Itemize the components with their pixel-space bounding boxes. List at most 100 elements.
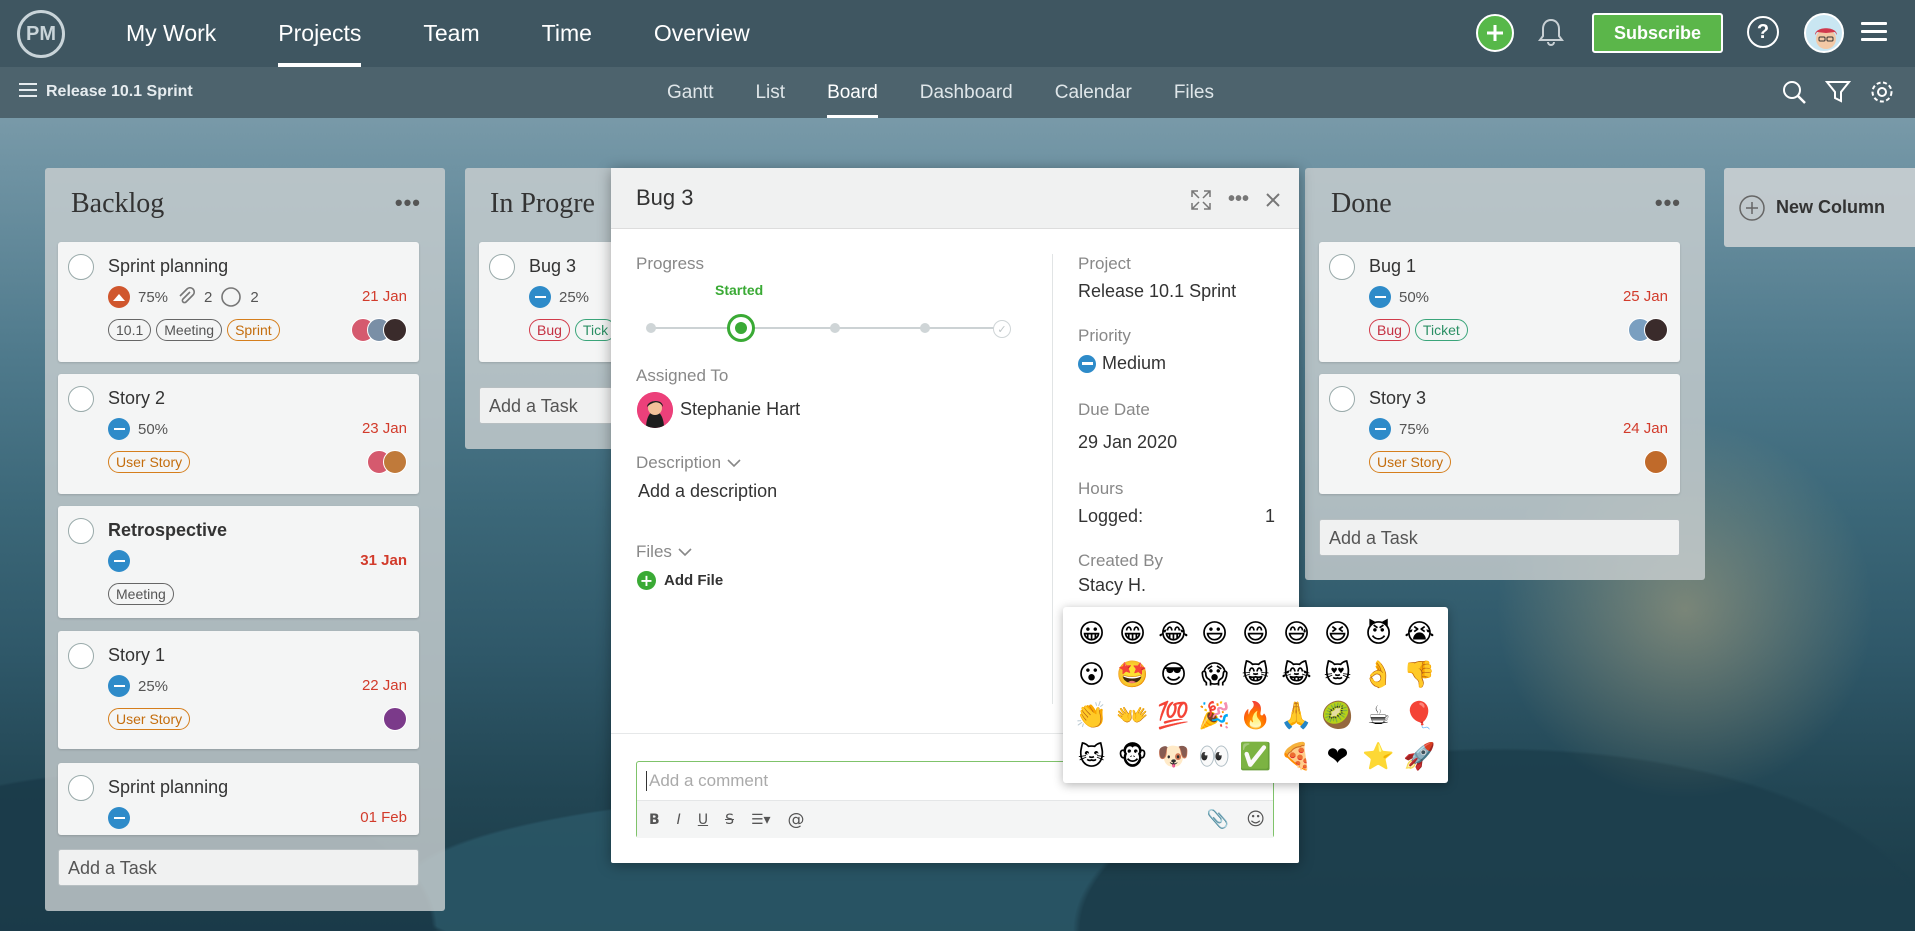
gear-icon[interactable] xyxy=(1869,79,1895,105)
emoji-option[interactable]: ✅ xyxy=(1235,736,1276,777)
progress-complete-icon[interactable]: ✓ xyxy=(993,320,1011,338)
emoji-option[interactable]: 😃 xyxy=(1194,613,1235,654)
emoji-option[interactable]: 🍕 xyxy=(1276,736,1317,777)
emoji-option[interactable]: 👀 xyxy=(1194,736,1235,777)
notifications-bell-icon[interactable] xyxy=(1537,17,1565,52)
logged-hours[interactable]: 1 xyxy=(1265,506,1275,527)
tab-dashboard[interactable]: Dashboard xyxy=(920,67,1013,118)
search-icon[interactable] xyxy=(1781,79,1807,105)
add-file-button[interactable]: + Add File xyxy=(637,571,723,590)
task-card[interactable]: Story 2 50% 23 Jan User Story xyxy=(58,374,419,494)
column-more-icon[interactable]: ••• xyxy=(395,190,421,216)
nav-team[interactable]: Team xyxy=(423,0,479,67)
tab-calendar[interactable]: Calendar xyxy=(1055,67,1132,118)
description-field[interactable]: Add a description xyxy=(638,481,777,502)
new-column-button[interactable]: New Column xyxy=(1724,168,1915,247)
task-card[interactable]: Bug 1 50% 25 Jan Bug Ticket xyxy=(1319,242,1680,362)
add-task-input[interactable]: Add a Task xyxy=(1319,519,1680,556)
task-complete-checkbox[interactable] xyxy=(68,775,94,801)
emoji-icon[interactable]: ☺ xyxy=(1246,809,1265,830)
emoji-option[interactable]: 🐱 xyxy=(1071,736,1112,777)
files-toggle[interactable]: Files xyxy=(636,542,692,562)
modal-task-title[interactable]: Bug 3 xyxy=(636,185,694,211)
task-complete-checkbox[interactable] xyxy=(489,254,515,280)
paperclip-icon[interactable]: 📎 xyxy=(1207,809,1229,830)
task-card[interactable]: Story 1 25% 22 Jan User Story xyxy=(58,631,419,749)
emoji-option[interactable]: 🎉 xyxy=(1194,695,1235,736)
emoji-option[interactable]: 😈 xyxy=(1358,613,1399,654)
emoji-option[interactable]: 😱 xyxy=(1194,654,1235,695)
task-complete-checkbox[interactable] xyxy=(68,386,94,412)
emoji-option[interactable]: 😭 xyxy=(1399,613,1440,654)
tab-board[interactable]: Board xyxy=(827,67,878,118)
expand-icon[interactable] xyxy=(1190,189,1212,211)
task-card[interactable]: Bug 3 25% Bug Tick xyxy=(479,242,625,362)
main-menu-icon[interactable] xyxy=(1861,22,1887,42)
description-toggle[interactable]: Description xyxy=(636,453,741,473)
emoji-option[interactable]: 😹 xyxy=(1276,654,1317,695)
nav-time[interactable]: Time xyxy=(542,0,592,67)
emoji-option[interactable]: 😸 xyxy=(1235,654,1276,695)
emoji-option[interactable]: 👐 xyxy=(1112,695,1153,736)
emoji-option[interactable]: 😄 xyxy=(1235,613,1276,654)
emoji-option[interactable]: 😁 xyxy=(1112,613,1153,654)
comment-input[interactable]: Add a comment xyxy=(646,771,768,791)
task-card[interactable]: Story 3 75% 24 Jan User Story xyxy=(1319,374,1680,494)
nav-overview[interactable]: Overview xyxy=(654,0,750,67)
subscribe-button[interactable]: Subscribe xyxy=(1592,13,1723,53)
italic-icon[interactable]: I xyxy=(677,812,681,828)
list-icon[interactable]: ☰▾ xyxy=(751,812,771,828)
help-icon[interactable]: ? xyxy=(1747,16,1779,48)
emoji-option[interactable]: 🙏 xyxy=(1276,695,1317,736)
task-complete-checkbox[interactable] xyxy=(68,643,94,669)
emoji-option[interactable]: 😻 xyxy=(1317,654,1358,695)
emoji-option[interactable]: ⭐ xyxy=(1358,736,1399,777)
due-date-value[interactable]: 29 Jan 2020 xyxy=(1078,432,1177,453)
task-card[interactable]: Sprint planning 01 Feb xyxy=(58,763,419,835)
nav-my-work[interactable]: My Work xyxy=(126,0,216,67)
emoji-option[interactable]: ☕ xyxy=(1358,695,1399,736)
tab-files[interactable]: Files xyxy=(1174,67,1214,118)
emoji-option[interactable]: ❤ xyxy=(1317,736,1358,777)
emoji-option[interactable]: 👏 xyxy=(1071,695,1112,736)
emoji-option[interactable]: 👌 xyxy=(1358,654,1399,695)
filter-icon[interactable] xyxy=(1825,79,1851,105)
emoji-option[interactable]: 😮 xyxy=(1071,654,1112,695)
underline-icon[interactable]: U xyxy=(698,812,708,828)
emoji-option[interactable]: 😎 xyxy=(1153,654,1194,695)
task-complete-checkbox[interactable] xyxy=(68,518,94,544)
priority-select[interactable]: Medium xyxy=(1078,353,1166,374)
column-more-icon[interactable]: ••• xyxy=(1655,190,1681,216)
task-complete-checkbox[interactable] xyxy=(1329,254,1355,280)
progress-current-step[interactable] xyxy=(727,314,755,342)
mention-icon[interactable]: @ xyxy=(788,810,805,830)
task-complete-checkbox[interactable] xyxy=(1329,386,1355,412)
emoji-option[interactable]: 💯 xyxy=(1153,695,1194,736)
emoji-option[interactable]: 😂 xyxy=(1153,613,1194,654)
nav-projects[interactable]: Projects xyxy=(278,0,362,67)
strikethrough-icon[interactable]: S xyxy=(725,812,734,828)
add-task-input[interactable]: Add a Task xyxy=(58,849,419,886)
task-complete-checkbox[interactable] xyxy=(68,254,94,280)
task-card[interactable]: Sprint planning 75% 2 2 21 Jan 10.1 Meet… xyxy=(58,242,419,362)
add-task-input[interactable]: Add a Task xyxy=(479,387,625,424)
emoji-option[interactable]: 😀 xyxy=(1071,613,1112,654)
pm-logo[interactable]: PM xyxy=(17,10,65,58)
tab-list[interactable]: List xyxy=(755,67,785,118)
emoji-option[interactable]: 🐵 xyxy=(1112,736,1153,777)
emoji-option[interactable]: 😅 xyxy=(1276,613,1317,654)
emoji-option[interactable]: 😆 xyxy=(1317,613,1358,654)
emoji-option[interactable]: 🤩 xyxy=(1112,654,1153,695)
emoji-option[interactable]: 🐶 xyxy=(1153,736,1194,777)
progress-step[interactable] xyxy=(920,323,930,333)
emoji-option[interactable]: 🚀 xyxy=(1399,736,1440,777)
bold-icon[interactable]: B xyxy=(649,812,660,828)
progress-step[interactable] xyxy=(830,323,840,333)
assignee-name[interactable]: Stephanie Hart xyxy=(680,399,800,420)
project-value[interactable]: Release 10.1 Sprint xyxy=(1078,281,1236,302)
emoji-option[interactable]: 🎈 xyxy=(1399,695,1440,736)
emoji-option[interactable]: 🥝 xyxy=(1317,695,1358,736)
more-options-icon[interactable]: ••• xyxy=(1228,188,1249,211)
close-icon[interactable] xyxy=(1265,192,1281,208)
progress-stepper[interactable]: ✓ xyxy=(646,314,1011,342)
